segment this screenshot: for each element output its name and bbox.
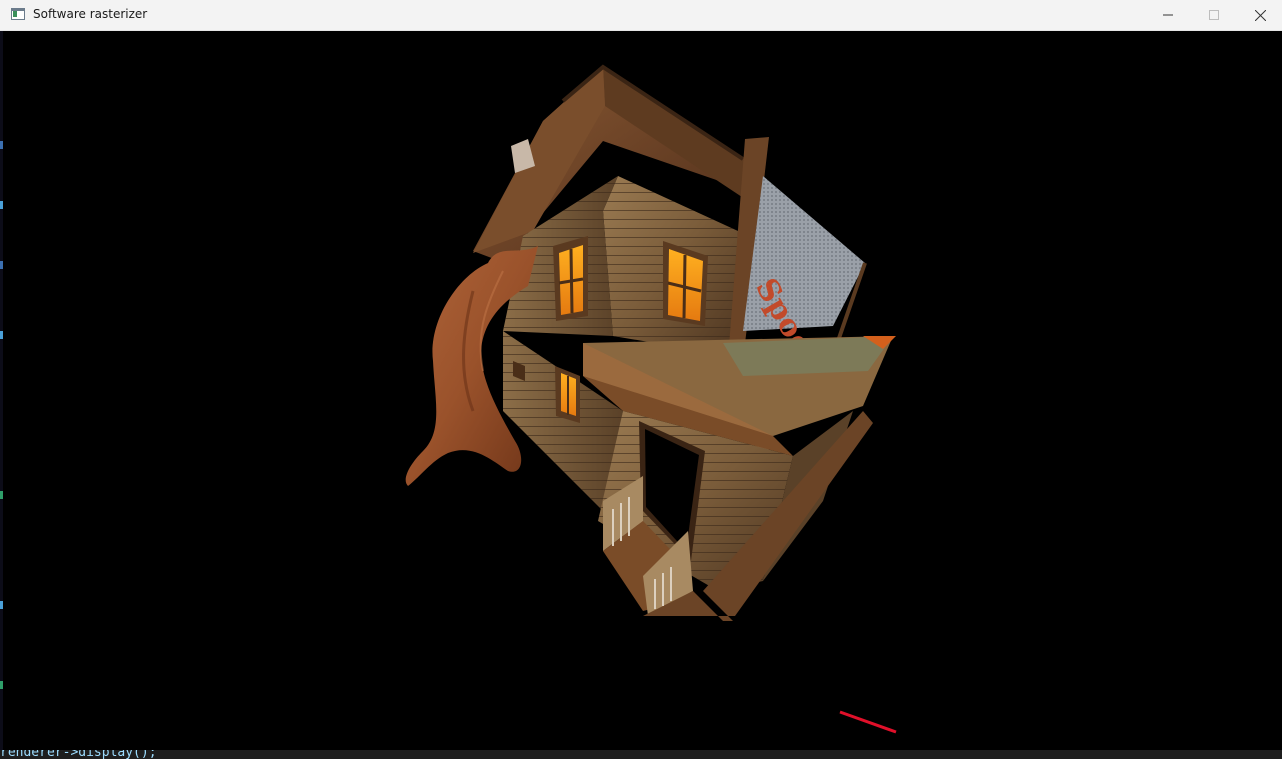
- application-window: Software rasterizer renderer->display();: [0, 0, 1282, 759]
- maximize-icon: [1209, 10, 1219, 20]
- window-app-icon: [11, 8, 25, 20]
- house-window-upper-right: [663, 241, 708, 326]
- render-viewport[interactable]: Spooky...: [3, 31, 1279, 750]
- house-window-lower: [555, 366, 580, 423]
- rendered-scene: Spooky...: [405, 64, 897, 734]
- close-icon: [1254, 9, 1266, 21]
- background-code-editor: renderer->display();: [0, 750, 1282, 759]
- title-bar[interactable]: Software rasterizer: [0, 0, 1282, 31]
- minimize-icon: [1163, 14, 1173, 16]
- axis-gizmo-line: [839, 710, 897, 734]
- close-button[interactable]: [1237, 0, 1282, 30]
- minimize-button[interactable]: [1145, 0, 1191, 30]
- code-fragment: renderer->display();: [0, 750, 157, 759]
- window-title: Software rasterizer: [33, 7, 148, 21]
- house-window-upper-left: [553, 236, 588, 321]
- maximize-button[interactable]: [1191, 0, 1237, 30]
